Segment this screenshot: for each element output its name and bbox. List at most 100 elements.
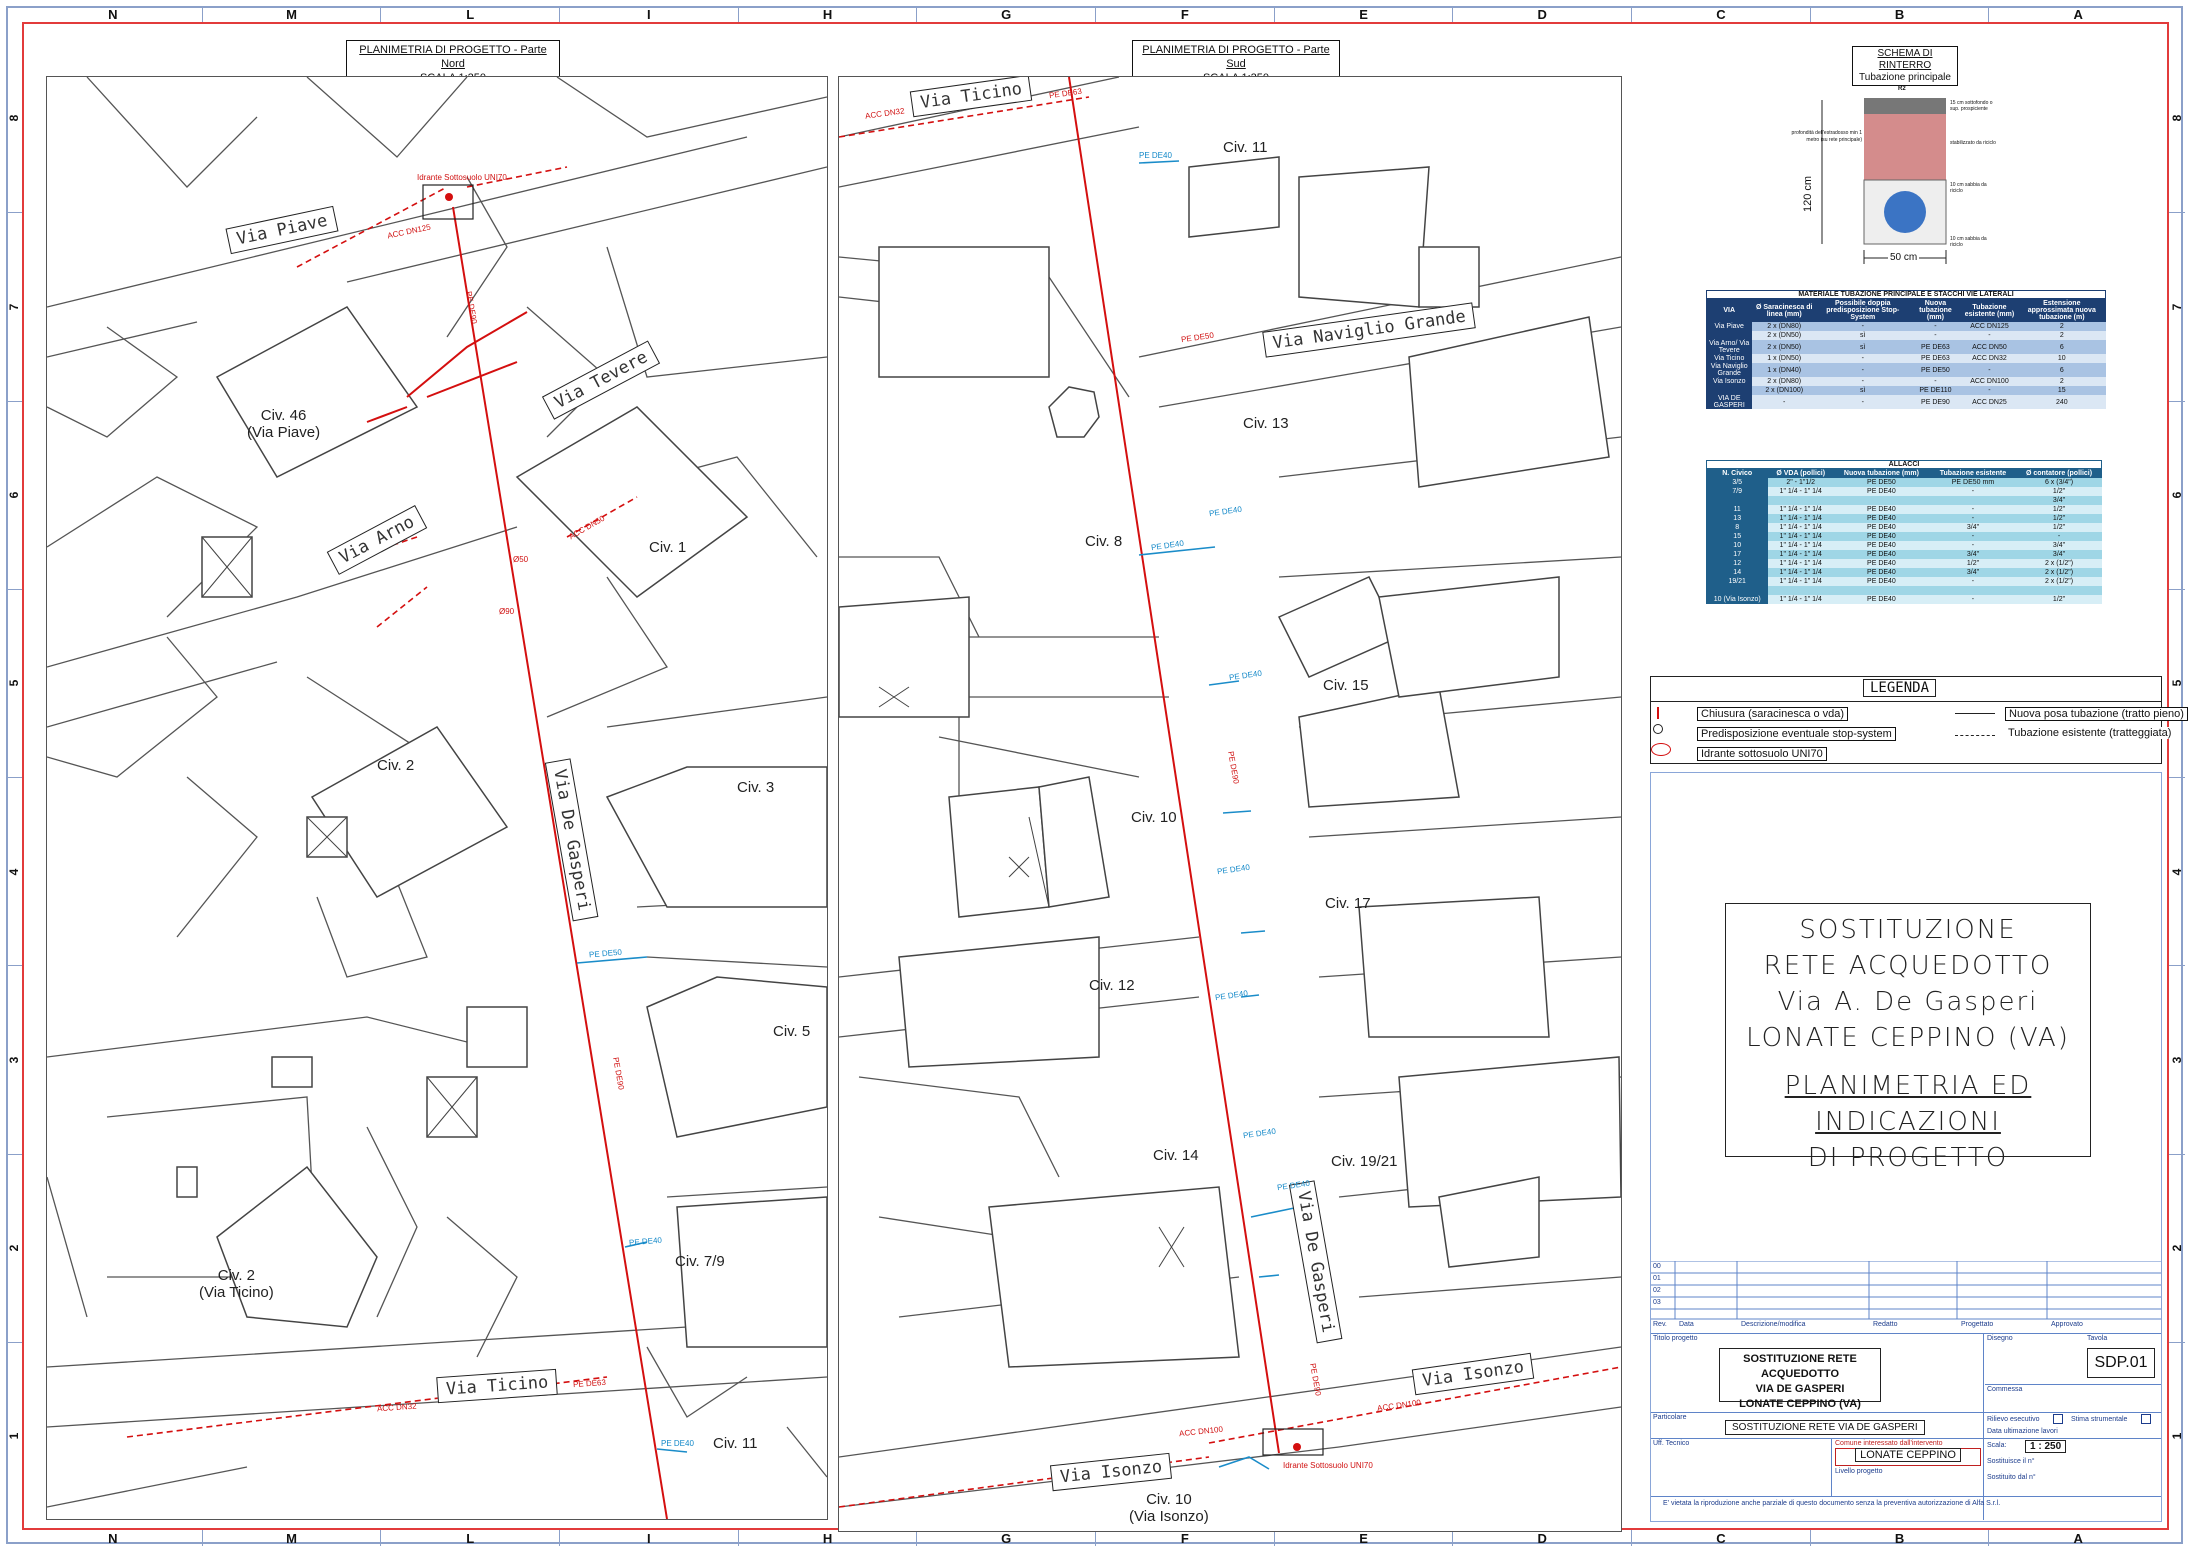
table-cell: 6 x (3/4"): [2016, 478, 2102, 487]
table-cell: -: [1929, 514, 2017, 523]
blue-label: PE DE40: [1139, 151, 1172, 160]
table-row: [1706, 586, 2102, 595]
column-label: F: [1095, 6, 1274, 22]
connections-table-block: ALLACCI N. Civico Ø VDA (pollici) Nuova tu…: [1706, 460, 2102, 604]
materials-header-row: VIA Ø Saracinesca di linea (mm) Possibile …: [1706, 299, 2106, 322]
row-label-text: 8: [7, 114, 21, 122]
legend-item: Tubazione esistente (tratteggiata): [2005, 727, 2175, 739]
rilievo-checkbox[interactable]: [2053, 1414, 2063, 1424]
column-label: G: [916, 1530, 1095, 1546]
table-cell: PE DE110: [1909, 386, 1962, 395]
civ-label: Civ. 11: [1223, 139, 1268, 156]
column-label: A: [1988, 1530, 2167, 1546]
backfill-layer3: 10 cm sabbia da riciclo: [1950, 182, 1987, 194]
titolo-box: SOSTITUZIONE RETE ACQUEDOTTO VIA DE GASP…: [1719, 1348, 1881, 1410]
row-label-text: 7: [7, 303, 21, 311]
table-cell: 15: [1706, 532, 1769, 541]
revision-grid-lines: [1651, 1261, 2161, 1320]
table-row: 17 1" 1/4 - 1" 1/4 PE DE40 3/4" 3/4": [1706, 550, 2102, 559]
table-cell: 19/21: [1706, 577, 1769, 586]
backfill-diagram: R2 profondità dell'estradosso min 1 metr…: [1780, 84, 2000, 270]
table-cell: 3/4": [1929, 568, 2017, 577]
legend: LEGENDA Chiusura (saracinesca o vda) Pre…: [1650, 676, 2188, 764]
rev-header: Approvato: [2051, 1321, 2083, 1328]
rilievo-label: Rilievo esecutivo: [1987, 1416, 2040, 1423]
table-cell: [1706, 496, 1769, 505]
stima-label: Stima strumentale: [2071, 1416, 2128, 1423]
table-cell: 2: [2017, 377, 2106, 386]
column-label: I: [559, 6, 738, 22]
rev-number: 03: [1653, 1299, 1661, 1306]
sost-dal-label: Sostituito dal n°: [1987, 1474, 2036, 1481]
table-cell: 1" 1/4 - 1" 1/4: [1768, 559, 1834, 568]
cartiglio-vline: [1831, 1438, 1832, 1496]
comune-value: LONATE CEPPINO: [1855, 1448, 1961, 1462]
civ-label: Civ. 17: [1325, 895, 1371, 912]
table-cell: 2: [2017, 322, 2106, 331]
south-plan-title-text: PLANIMETRIA DI PROGETTO - Parte Sud: [1142, 44, 1330, 70]
civ-label: Civ. 2: [377, 757, 415, 774]
table-cell: 6: [2017, 340, 2106, 354]
table-cell: 17: [1706, 550, 1769, 559]
table-cell: 2 x (DN100): [1752, 386, 1816, 395]
column-label: H: [737, 1530, 917, 1546]
table-cell: -: [1961, 363, 2018, 377]
column-label: L: [380, 6, 559, 22]
table-cell: 8: [1706, 523, 1769, 532]
row-label-text: 1: [7, 1433, 21, 1440]
table-row: Via Arno/ Via Tevere 2 x (DN50) sì PE DE63 A…: [1706, 340, 2106, 354]
table-cell: [1768, 496, 1834, 505]
table-cell: 14: [1706, 568, 1769, 577]
north-plan-map: Civ. 46 (Via Piave) Civ. 1 Civ. 2 Civ. 3…: [46, 76, 828, 1520]
table-cell: 1" 1/4 - 1" 1/4: [1768, 505, 1834, 514]
table-cell: sì: [1815, 340, 1910, 354]
row-label-text: 5: [2170, 680, 2184, 687]
table-cell: -: [1815, 363, 1910, 377]
title-block: SOSTITUZIONE RETE ACQUEDOTTO Via A. De G…: [1650, 772, 2162, 1522]
table-cell: Via Ticino: [1706, 354, 1753, 363]
column-label: C: [1631, 6, 1810, 22]
titolo-line: VIA DE GASPERI: [1755, 1383, 1845, 1395]
particolare-label: Particolare: [1653, 1414, 1687, 1421]
table-cell: 2 x (DN80): [1752, 377, 1816, 386]
project-subtitle-line: DI PROGETTO: [1807, 1143, 2009, 1173]
civ-label: Civ. 19/21: [1331, 1153, 1398, 1170]
civ-label: Civ. 11: [713, 1435, 758, 1452]
table-row: 10 (Via Isonzo) 1" 1/4 - 1" 1/4 PE DE40-1/…: [1706, 595, 2102, 604]
table-header-cell: N. Civico: [1706, 469, 1769, 478]
table-cell: PE DE90: [1909, 395, 1962, 409]
table-cell: PE DE40: [1833, 487, 1930, 496]
backfill-title: SCHEMA DI RINTERRO Tubazione principale: [1852, 46, 1958, 86]
row-label-text: 6: [7, 491, 21, 499]
row-label: 3: [6, 965, 22, 1153]
backfill-depth-note: profondità dell'estradosso min 1 metro (…: [1791, 130, 1862, 143]
red-label: Ø50: [513, 555, 529, 564]
hydrant-symbol: [1651, 743, 1671, 756]
table-cell: -: [2016, 532, 2102, 541]
dashed-line-symbol: [1955, 735, 1995, 736]
rev-header: Data: [1679, 1321, 1694, 1328]
uff-label: Uff. Tecnico: [1653, 1440, 1690, 1447]
table-row: 14 1" 1/4 - 1" 1/4 PE DE40 3/4" 2 x (1/2"): [1706, 568, 2102, 577]
table-row: 3/4": [1706, 496, 2102, 505]
rev-number: 01: [1653, 1275, 1661, 1282]
table-row: 8 1" 1/4 - 1" 1/4 PE DE40 3/4" 1/2": [1706, 523, 2102, 532]
table-cell: -: [1815, 322, 1910, 331]
column-labels-top: N MLIHGFEDCBA: [24, 6, 2167, 22]
table-header-cell: Nuova tubazione (mm): [1909, 299, 1962, 322]
titolo-line: LONATE CEPPINO (VA): [1739, 1398, 1861, 1410]
row-label: 6: [6, 400, 22, 589]
row-label: 7: [2169, 212, 2185, 400]
comune-box: LONATE CEPPINO: [1835, 1448, 1981, 1466]
column-label: I: [559, 1530, 738, 1546]
table-cell: -: [1929, 541, 2017, 550]
stima-checkbox[interactable]: [2141, 1414, 2151, 1424]
row-label-text: 4: [2170, 868, 2184, 875]
table-cell: [1929, 586, 2017, 595]
table-row: 2 x (DN50) sì - -2: [1706, 331, 2106, 340]
table-cell: 6: [2017, 363, 2106, 377]
legend-divider: [1651, 701, 2161, 702]
cartiglio-vline: [1983, 1334, 1984, 1520]
connections-header-row: N. Civico Ø VDA (pollici) Nuova tubazione …: [1706, 469, 2102, 478]
materials-table-block: MATERIALE TUBAZIONE PRINCIPALE E STACCHI…: [1706, 290, 2106, 409]
